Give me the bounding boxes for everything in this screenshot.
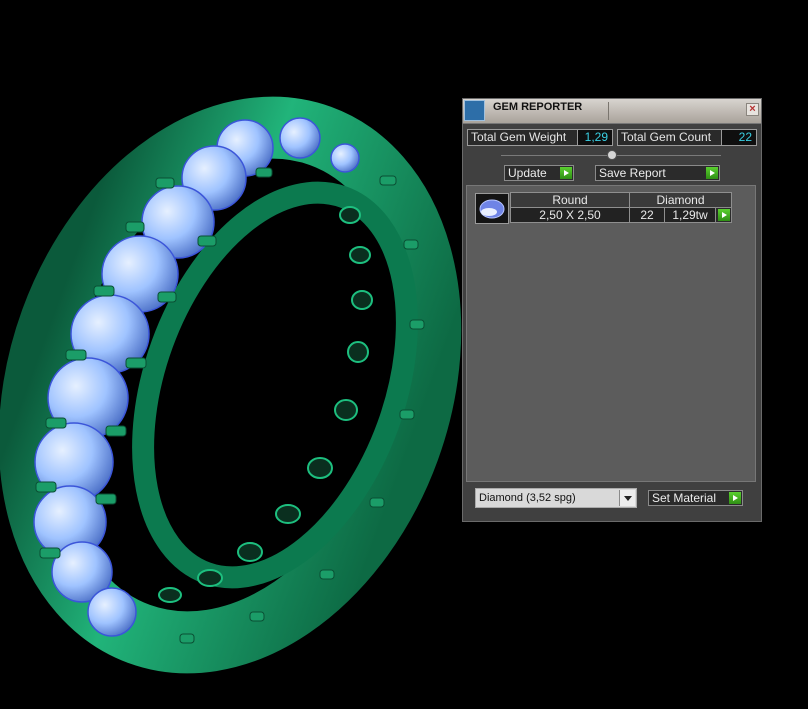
ring-hole	[307, 457, 333, 479]
ring-hole	[347, 341, 369, 363]
gem-weight-cell: 1,29tw	[664, 207, 716, 223]
gem-material-cell: Diamond	[629, 192, 732, 208]
play-arrow-icon	[729, 492, 741, 504]
play-arrow-icon	[718, 209, 730, 221]
total-gem-weight: Total Gem Weight 1,29	[467, 129, 613, 146]
prong	[249, 611, 265, 622]
ring-hole	[275, 504, 301, 524]
save-report-button[interactable]: Save Report	[595, 165, 720, 181]
update-button[interactable]: Update	[504, 165, 574, 181]
ring-hole	[197, 569, 223, 587]
prong	[157, 291, 177, 303]
chevron-down-icon[interactable]	[619, 490, 635, 506]
save-report-button-label: Save Report	[599, 166, 666, 180]
prong	[403, 239, 419, 250]
ring-hole	[339, 206, 361, 224]
set-material-button[interactable]: Set Material	[648, 490, 743, 506]
gem-count-cell: 22	[629, 207, 665, 223]
round-gem-icon	[479, 199, 505, 219]
prong	[125, 221, 145, 233]
prong	[93, 285, 115, 297]
prong	[409, 319, 425, 330]
prong	[65, 349, 87, 361]
gem-reporter-app-icon	[464, 100, 485, 121]
total-gem-weight-label: Total Gem Weight	[468, 130, 578, 145]
prong	[379, 175, 397, 186]
prong	[39, 547, 61, 559]
total-gem-count-label: Total Gem Count	[618, 130, 722, 145]
title-bar[interactable]: GEM REPORTER ×	[463, 99, 761, 124]
ring-model	[0, 96, 462, 674]
prong	[95, 493, 117, 505]
gem-size-cell: 2,50 X 2,50	[510, 207, 630, 223]
ring-hole	[237, 542, 263, 562]
ring-hole	[158, 587, 182, 603]
set-material-button-label: Set Material	[652, 491, 717, 505]
prong	[179, 633, 195, 644]
splitter-knob[interactable]	[607, 150, 617, 160]
ring-hole	[334, 399, 358, 421]
gem-shape-cell: Round	[510, 192, 630, 208]
prong	[105, 425, 127, 437]
title-divider	[608, 102, 609, 120]
prong	[369, 497, 385, 508]
gem-reporter-panel: GEM REPORTER × Total Gem Weight 1,29 Tot…	[462, 98, 762, 522]
material-select-value: Diamond (3,52 spg)	[479, 492, 576, 504]
window-title: GEM REPORTER	[493, 101, 583, 113]
ring-hole	[349, 246, 371, 264]
gem-report-list[interactable]: Round 2,50 X 2,50 Diamond 22 1,29tw	[466, 185, 756, 482]
play-arrow-icon	[560, 167, 572, 179]
material-select[interactable]: Diamond (3,52 spg)	[475, 488, 637, 508]
prong	[197, 235, 217, 247]
gem-stone	[87, 587, 137, 637]
update-button-label: Update	[508, 166, 547, 180]
prong	[35, 481, 57, 493]
prong	[125, 357, 147, 369]
total-gem-weight-value: 1,29	[578, 130, 612, 145]
prong	[155, 177, 175, 189]
ring-hole	[351, 290, 373, 310]
total-gem-count-value: 22	[722, 130, 756, 145]
total-gem-count: Total Gem Count 22	[617, 129, 757, 146]
gem-stone	[279, 117, 321, 159]
close-icon[interactable]: ×	[746, 103, 759, 116]
prong	[399, 409, 415, 420]
play-arrow-icon	[706, 167, 718, 179]
prong	[319, 569, 335, 580]
gem-stone	[330, 143, 360, 173]
gem-row-action-button[interactable]	[715, 207, 732, 223]
gem-thumbnail	[475, 193, 509, 224]
prong	[255, 167, 273, 178]
prong	[45, 417, 67, 429]
